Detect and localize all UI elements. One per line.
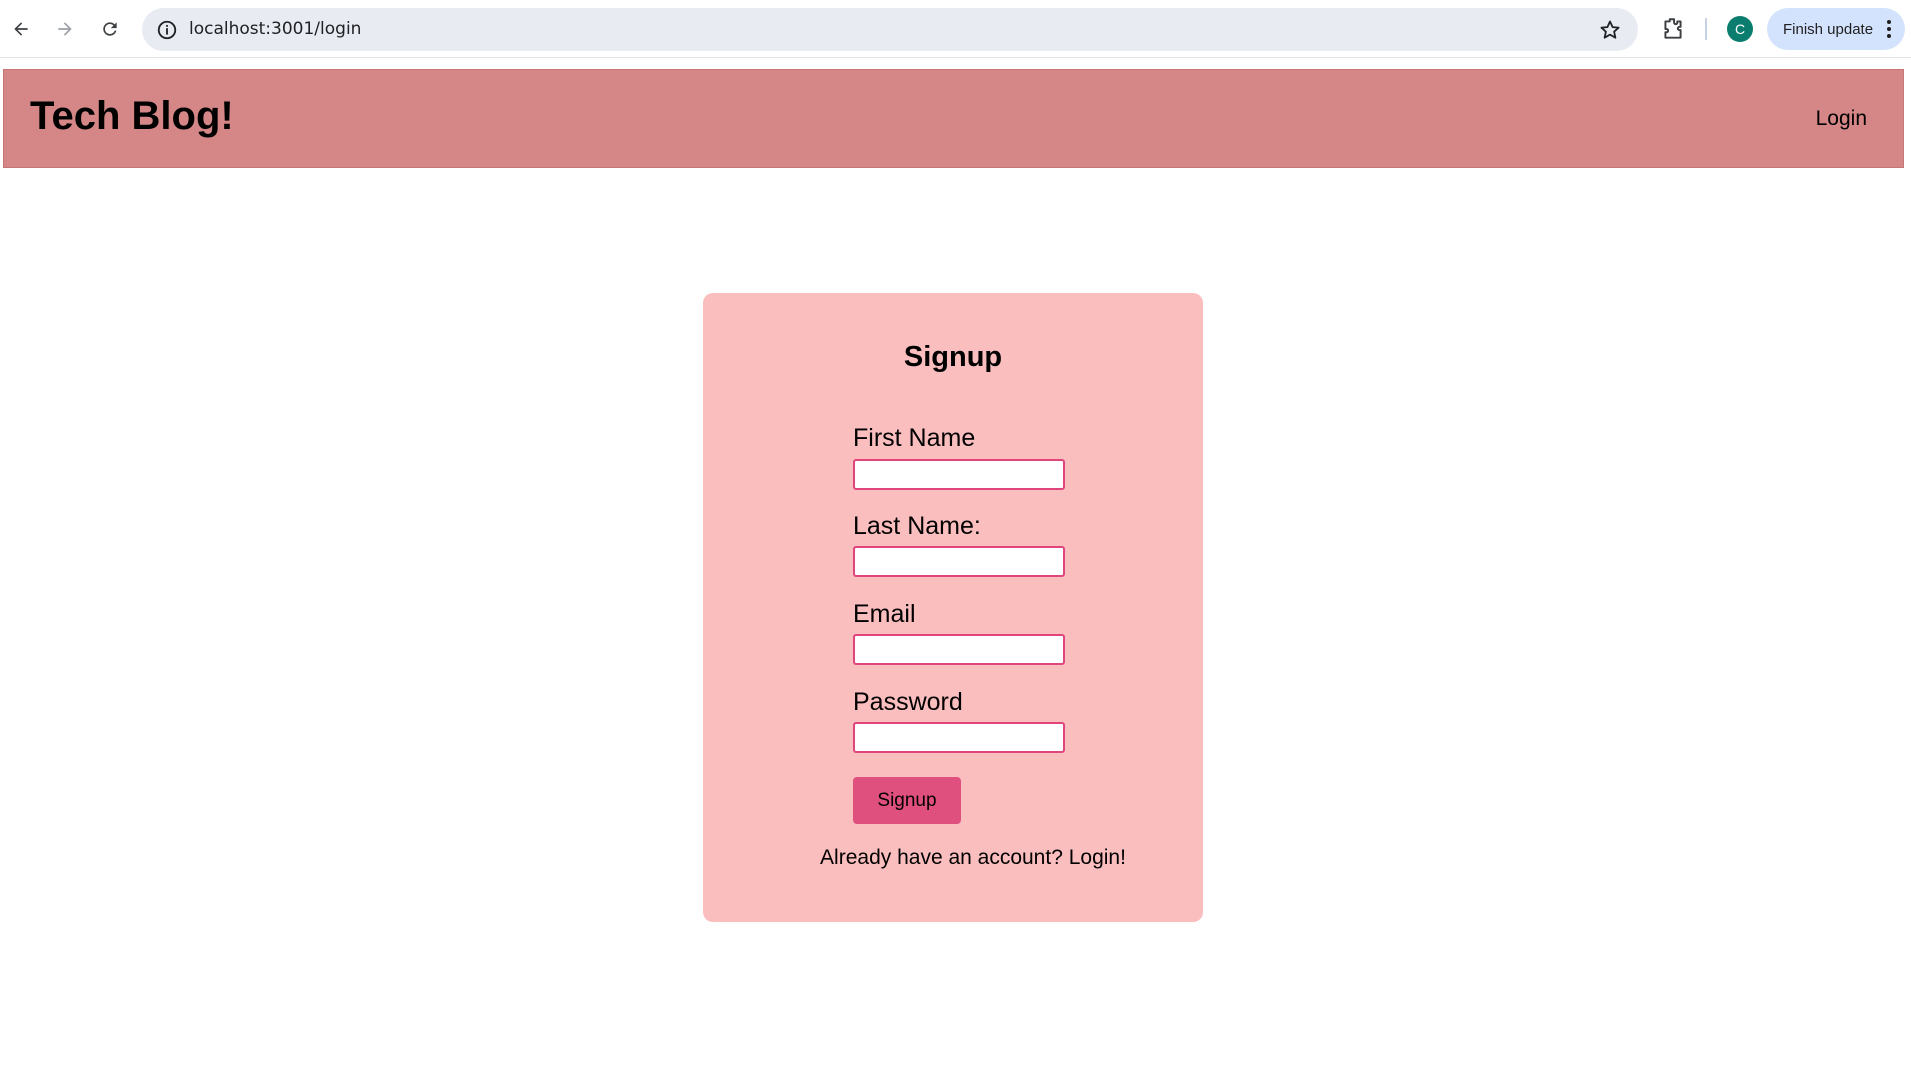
password-field[interactable]	[853, 722, 1065, 753]
back-button[interactable]	[4, 12, 38, 46]
nav-login-link[interactable]: Login	[1816, 107, 1867, 131]
last-name-field[interactable]	[853, 546, 1065, 577]
signup-card: Signup First Name Last Name: Email Passw…	[703, 293, 1203, 922]
finish-update-label: Finish update	[1783, 20, 1874, 38]
email-field[interactable]	[853, 634, 1065, 665]
site-title[interactable]: Tech Blog!	[30, 94, 234, 139]
star-icon[interactable]	[1598, 18, 1622, 42]
signup-heading: Signup	[903, 341, 1003, 373]
more-vert-icon	[1887, 20, 1891, 38]
extensions-icon[interactable]	[1660, 16, 1686, 42]
login-prompt-link[interactable]: Already have an account? Login!	[703, 846, 1203, 870]
first-name-field[interactable]	[853, 459, 1065, 490]
finish-update-button[interactable]: Finish update	[1767, 8, 1905, 50]
profile-avatar[interactable]: C	[1727, 16, 1753, 42]
reload-icon	[103, 22, 117, 36]
email-label: Email	[853, 600, 916, 628]
back-icon	[14, 22, 28, 36]
address-bar[interactable]: localhost:3001/login	[142, 8, 1638, 51]
info-icon[interactable]	[156, 19, 178, 41]
first-name-label: First Name	[853, 424, 976, 452]
forward-icon	[58, 22, 72, 36]
browser-toolbar: localhost:3001/login C Finish update	[0, 0, 1911, 58]
url-text[interactable]: localhost:3001/login	[189, 19, 361, 39]
site-header: Tech Blog! Login	[3, 69, 1904, 168]
last-name-label: Last Name:	[853, 512, 981, 540]
reload-button[interactable]	[93, 12, 127, 46]
signup-button[interactable]: Signup	[853, 777, 961, 824]
forward-button[interactable]	[48, 12, 82, 46]
toolbar-divider	[1705, 18, 1707, 40]
password-label: Password	[853, 688, 963, 716]
